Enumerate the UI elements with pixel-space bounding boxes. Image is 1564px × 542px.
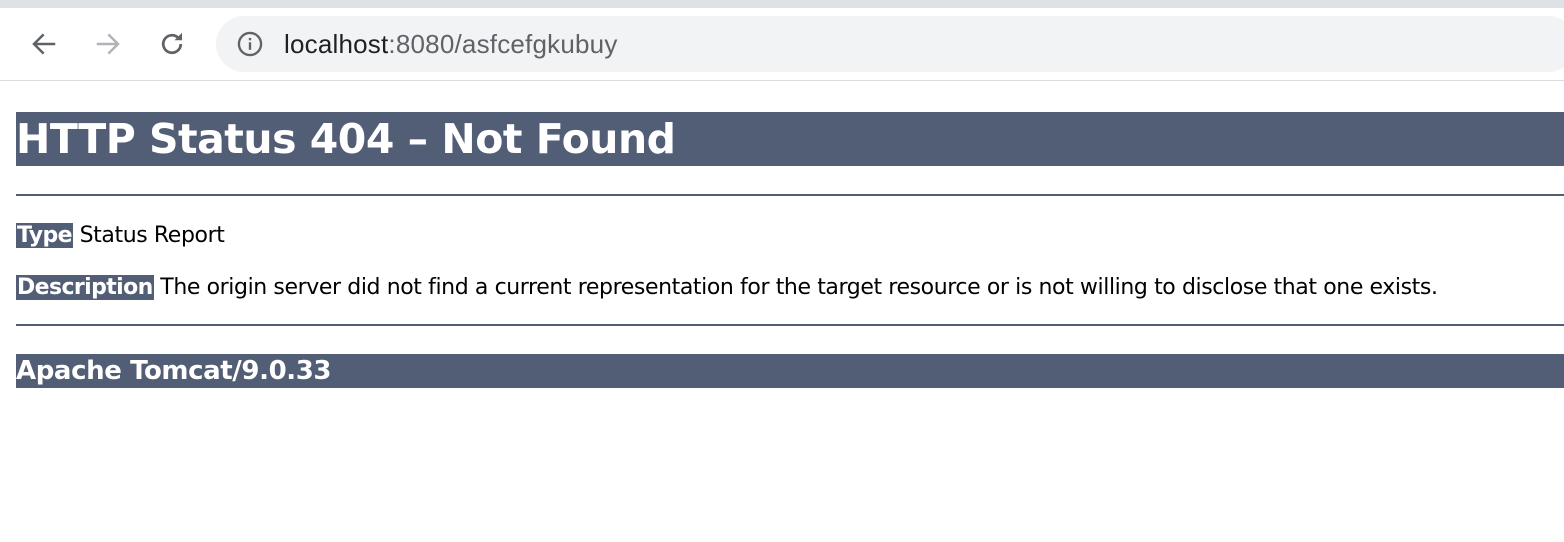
url-host: localhost [284,29,389,59]
arrow-left-icon [32,33,56,55]
url-text[interactable]: localhost:8080/asfcefgkubuy [284,29,618,59]
back-button[interactable] [26,26,62,62]
type-value: Status Report [73,223,225,248]
type-row: Type Status Report [16,223,225,249]
browser-tab-strip [0,0,1564,8]
divider [16,324,1564,326]
browser-toolbar: localhost:8080/asfcefgkubuy [0,8,1564,81]
description-label: Description [16,275,154,300]
server-signature: Apache Tomcat/9.0.33 [16,354,1564,388]
arrow-right-icon [96,33,120,55]
url-path: :8080/asfcefgkubuy [388,29,618,59]
reload-button[interactable] [154,26,190,62]
page-title: HTTP Status 404 – Not Found [16,112,1564,166]
page-content: HTTP Status 404 – Not Found Type Status … [16,112,1564,388]
description-value: The origin server did not find a current… [153,275,1438,300]
divider [16,194,1564,196]
reload-icon [161,32,183,55]
address-bar[interactable]: localhost:8080/asfcefgkubuy [216,16,1564,72]
type-label: Type [16,223,74,248]
info-icon[interactable] [236,30,264,58]
description-row: Description The origin server did not fi… [16,275,1438,301]
forward-button[interactable] [90,26,126,62]
